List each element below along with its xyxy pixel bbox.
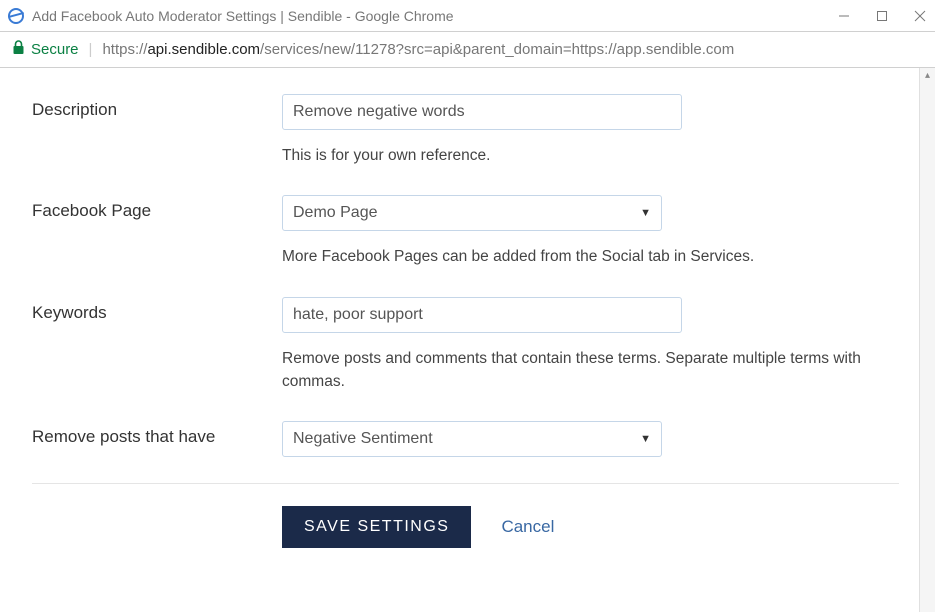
- row-facebook-page: Facebook Page Demo Page ▼ More Facebook …: [32, 185, 899, 286]
- secure-label: Secure: [31, 41, 79, 58]
- row-description: Description This is for your own referen…: [32, 84, 899, 185]
- url-path: /services/new/11278?src=api&parent_domai…: [260, 41, 734, 58]
- label-facebook-page: Facebook Page: [32, 195, 282, 221]
- minimize-button[interactable]: [837, 9, 851, 23]
- address-bar[interactable]: Secure | https://api.sendible.com/servic…: [0, 32, 935, 68]
- scrollbar[interactable]: ▴: [919, 68, 935, 612]
- close-button[interactable]: [913, 9, 927, 23]
- url-divider: |: [89, 41, 93, 58]
- url-host: api.sendible.com: [147, 41, 260, 58]
- cancel-link[interactable]: Cancel: [501, 517, 554, 537]
- label-remove-posts: Remove posts that have: [32, 421, 282, 447]
- app-favicon: [8, 8, 24, 24]
- facebook-page-select[interactable]: Demo Page ▼: [282, 195, 662, 231]
- help-keywords: Remove posts and comments that contain t…: [282, 347, 882, 394]
- label-keywords: Keywords: [32, 297, 282, 323]
- chevron-down-icon: ▼: [640, 433, 651, 445]
- url-text: https://api.sendible.com/services/new/11…: [102, 41, 734, 58]
- maximize-button[interactable]: [875, 9, 889, 23]
- description-input[interactable]: [282, 94, 682, 130]
- window-controls: [837, 9, 927, 23]
- remove-posts-selected: Negative Sentiment: [293, 430, 433, 448]
- lock-icon: [12, 40, 25, 59]
- chevron-down-icon: ▼: [640, 207, 651, 219]
- remove-posts-select[interactable]: Negative Sentiment ▼: [282, 421, 662, 457]
- window-titlebar: Add Facebook Auto Moderator Settings | S…: [0, 0, 935, 32]
- keywords-input[interactable]: [282, 297, 682, 333]
- label-description: Description: [32, 94, 282, 120]
- form-actions: SAVE SETTINGS Cancel: [32, 483, 899, 548]
- help-description: This is for your own reference.: [282, 144, 882, 167]
- window-title: Add Facebook Auto Moderator Settings | S…: [32, 8, 837, 24]
- help-facebook-page: More Facebook Pages can be added from th…: [282, 245, 882, 268]
- url-scheme: https://: [102, 41, 147, 58]
- row-remove-posts: Remove posts that have Negative Sentimen…: [32, 411, 899, 475]
- facebook-page-selected: Demo Page: [293, 204, 378, 222]
- form-content: Description This is for your own referen…: [0, 68, 919, 612]
- scroll-up-icon[interactable]: ▴: [920, 70, 935, 81]
- row-keywords: Keywords Remove posts and comments that …: [32, 287, 899, 412]
- save-button[interactable]: SAVE SETTINGS: [282, 506, 471, 548]
